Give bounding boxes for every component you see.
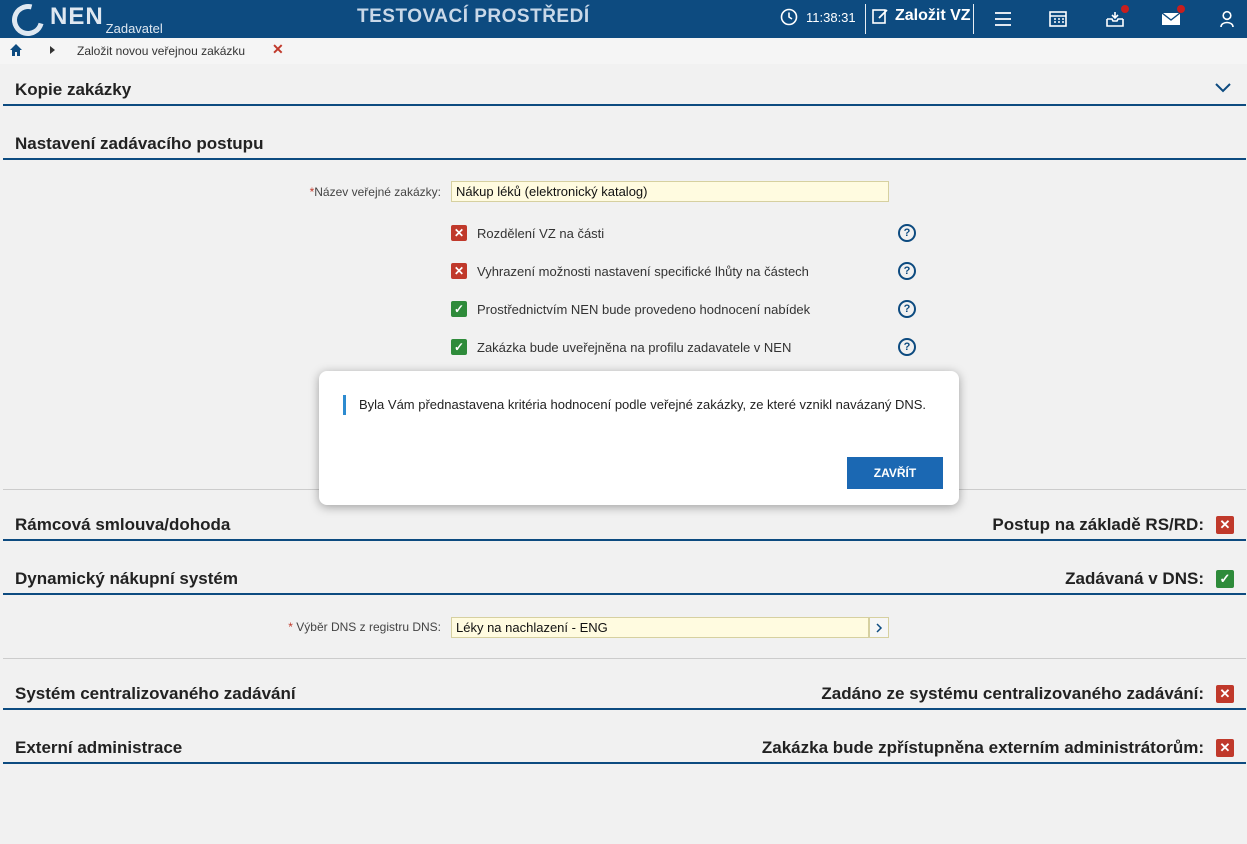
dns-picker-button[interactable] — [869, 617, 889, 638]
chevron-down-icon[interactable] — [1214, 82, 1232, 94]
close-icon[interactable]: ✕ — [272, 41, 284, 58]
section-title: Dynamický nákupní systém — [15, 569, 238, 588]
checkbox-row[interactable]: ✕ Vyhrazení možnosti nastavení specifick… — [451, 262, 809, 280]
nazev-label: *Název veřejné zakázky: — [309, 185, 441, 199]
clock-time: 11:38:31 — [806, 9, 856, 25]
checkbox-row[interactable]: ✓ Prostřednictvím NEN bude provedeno hod… — [451, 300, 810, 318]
section-centralizovane: Systém centralizovaného zadávání Zadáno … — [3, 678, 1246, 710]
dns-select[interactable]: Léky na nachlazení - ENG — [451, 617, 869, 638]
breadcrumb-current: Založit novou veřejnou zakázku — [77, 44, 246, 58]
create-vz-label: Založit VZ — [895, 7, 971, 24]
checked-icon[interactable]: ✓ — [451, 301, 467, 317]
menu-icon[interactable] — [992, 8, 1014, 30]
close-button[interactable]: ZAVŘÍT — [847, 457, 943, 489]
logo-subtitle: Zadavatel — [105, 21, 163, 36]
section-title: Kopie zakázky — [15, 80, 132, 99]
breadcrumb: Založit novou veřejnou zakázku ✕ — [0, 38, 1247, 64]
inbox-icon[interactable] — [1104, 5, 1129, 30]
section-kopie[interactable]: Kopie zakázky — [3, 74, 1246, 106]
dialog-message: Byla Vám přednastavena kritéria hodnocen… — [359, 397, 926, 412]
info-dialog: Byla Vám přednastavena kritéria hodnocen… — [319, 371, 959, 505]
section-title: Rámcová smlouva/dohoda — [15, 515, 231, 534]
help-icon[interactable]: ? — [898, 262, 916, 280]
unchecked-icon[interactable]: ✕ — [1216, 516, 1234, 534]
create-vz-button[interactable]: Založit VZ — [871, 7, 971, 25]
unchecked-icon[interactable]: ✕ — [451, 225, 467, 241]
clock-icon — [780, 8, 798, 26]
checkbox-row[interactable]: ✓ Zakázka bude uveřejněna na profilu zad… — [451, 338, 791, 356]
section-flag-label: Zadávaná v DNS: — [1065, 569, 1204, 588]
logo-text: NEN — [50, 3, 104, 30]
unchecked-icon[interactable]: ✕ — [1216, 739, 1234, 757]
calendar-icon[interactable] — [1047, 8, 1069, 30]
nazev-input[interactable]: Nákup léků (elektronický katalog) — [451, 181, 889, 202]
environment-title: TESTOVACÍ PROSTŘEDÍ — [357, 6, 590, 27]
unchecked-icon[interactable]: ✕ — [451, 263, 467, 279]
chevron-right-icon — [876, 622, 883, 633]
chevron-right-icon — [50, 46, 55, 54]
user-icon[interactable] — [1216, 8, 1238, 30]
checkbox-row[interactable]: ✕ Rozdělení VZ na části — [451, 224, 604, 242]
section-nastaveni: Nastavení zadávacího postupu — [3, 128, 1246, 160]
notification-dot — [1121, 5, 1129, 13]
section-ramcova: Rámcová smlouva/dohoda Postup na základě… — [3, 509, 1246, 541]
help-icon[interactable]: ? — [898, 338, 916, 356]
checked-icon[interactable]: ✓ — [1216, 570, 1234, 588]
checkbox-label: Prostřednictvím NEN bude provedeno hodno… — [477, 301, 811, 317]
dns-label: * Výběr DNS z registru DNS: — [288, 620, 441, 634]
divider — [865, 4, 866, 34]
home-icon[interactable] — [9, 43, 23, 60]
checkbox-label: Zakázka bude uveřejněna na profilu zadav… — [477, 339, 792, 355]
divider — [973, 4, 974, 34]
help-icon[interactable]: ? — [898, 224, 916, 242]
top-bar: NEN Zadavatel TESTOVACÍ PROSTŘEDÍ 11:38:… — [0, 0, 1247, 42]
help-icon[interactable]: ? — [898, 300, 916, 318]
section-flag-label: Zakázka bude zpřístupněna externím admin… — [761, 738, 1204, 757]
edit-icon — [872, 9, 888, 24]
unchecked-icon[interactable]: ✕ — [1216, 685, 1234, 703]
section-externi: Externí administrace Zakázka bude zpříst… — [3, 732, 1246, 764]
section-dns: Dynamický nákupní systém Zadávaná v DNS:… — [3, 563, 1246, 595]
section-title: Nastavení zadávacího postupu — [15, 134, 264, 153]
dns-panel: * Výběr DNS z registru DNS: Léky na nach… — [3, 597, 1246, 659]
checkbox-label: Rozdělení VZ na části — [477, 225, 605, 241]
section-flag-label: Zadáno ze systému centralizovaného zadáv… — [821, 684, 1204, 703]
checkbox-label: Vyhrazení možnosti nastavení specifické … — [477, 263, 809, 279]
logo-ring-icon — [6, 0, 50, 42]
section-title: Externí administrace — [15, 738, 183, 757]
session-clock: 11:38:31 — [780, 8, 856, 26]
notification-dot — [1177, 5, 1185, 13]
info-accent-bar — [343, 395, 346, 415]
section-title: Systém centralizovaného zadávání — [15, 684, 296, 703]
nen-logo[interactable]: NEN Zadavatel — [6, 0, 163, 42]
checked-icon[interactable]: ✓ — [451, 339, 467, 355]
section-flag-label: Postup na základě RS/RD: — [992, 515, 1204, 534]
mail-icon[interactable] — [1160, 5, 1185, 30]
